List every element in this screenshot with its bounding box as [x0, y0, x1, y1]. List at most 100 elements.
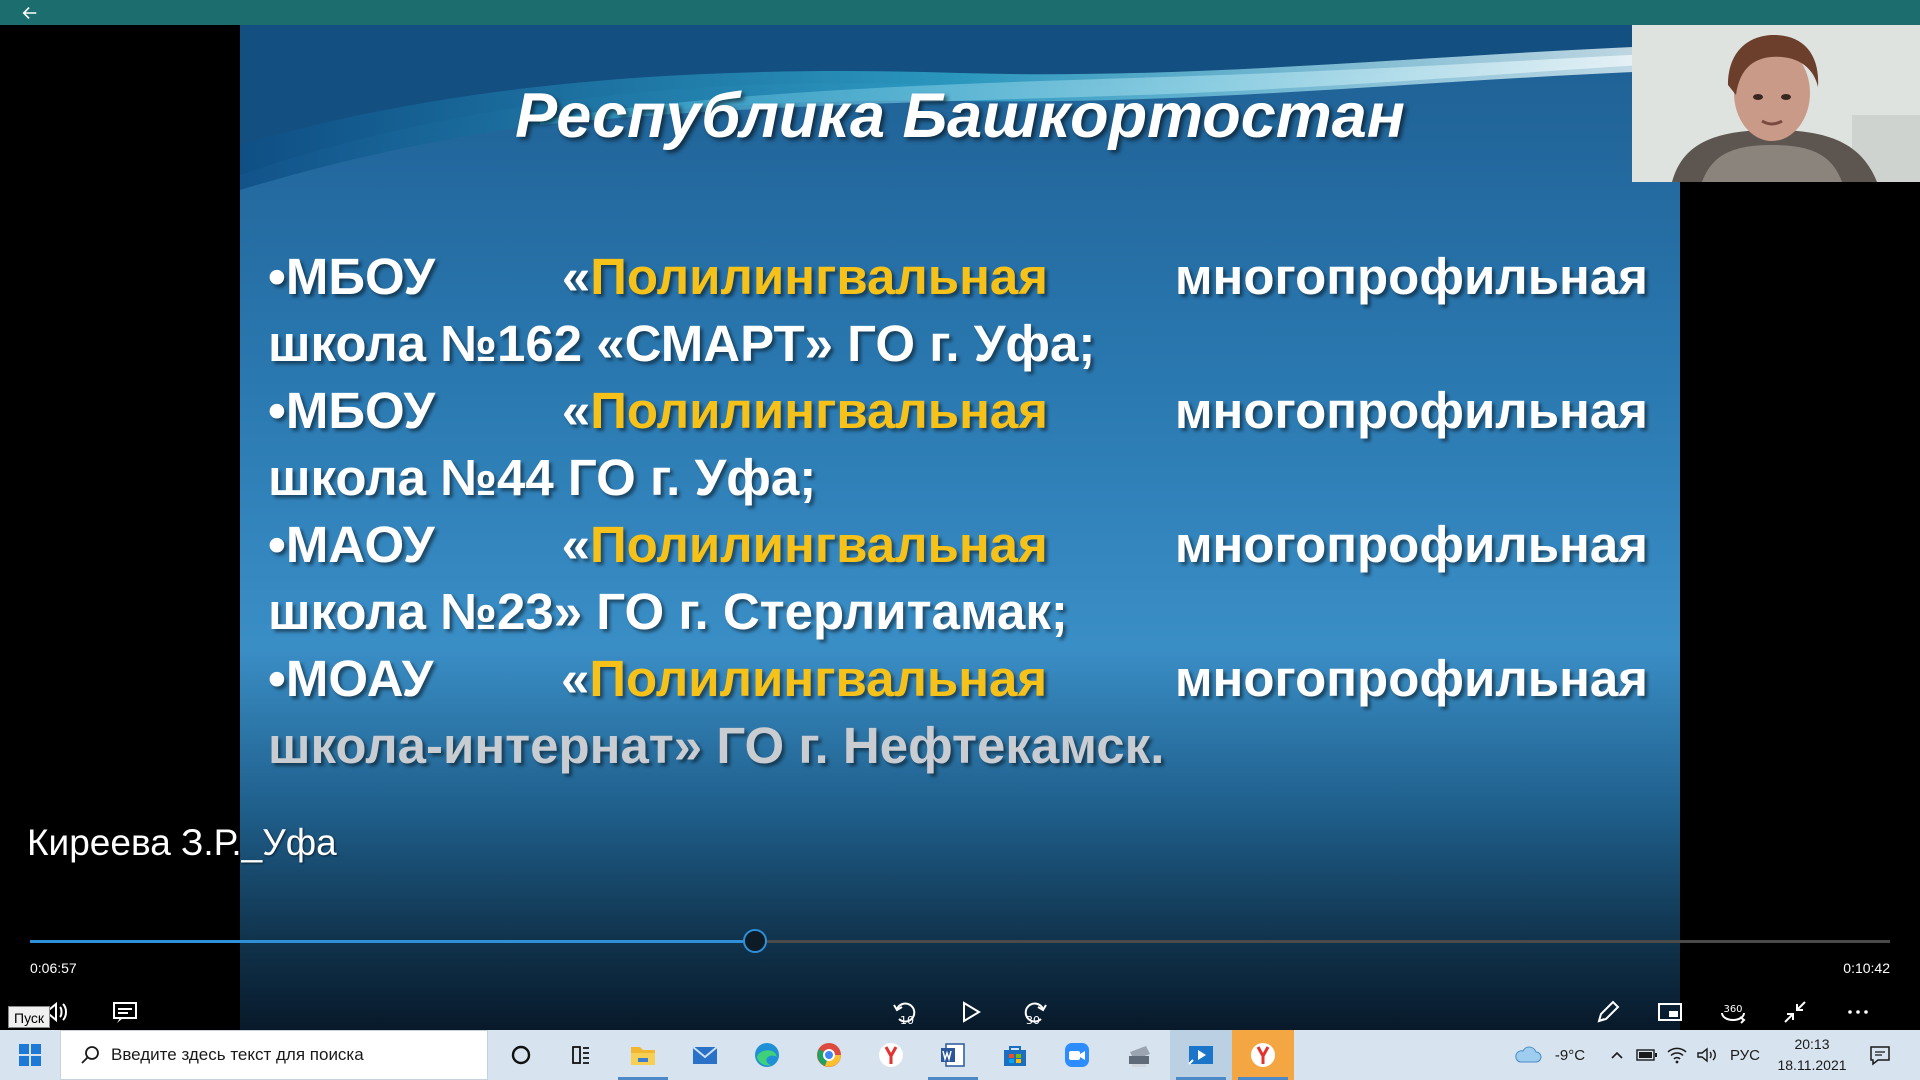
file-explorer-button[interactable] [612, 1030, 674, 1080]
wifi-button[interactable] [1662, 1030, 1692, 1080]
movies-tv-button[interactable] [1170, 1030, 1232, 1080]
printer-app-button[interactable] [1108, 1030, 1170, 1080]
pen-icon [1597, 1000, 1619, 1023]
file-explorer-icon [631, 1047, 655, 1065]
battery-button[interactable] [1632, 1030, 1662, 1080]
mail-button[interactable] [674, 1030, 736, 1080]
start-tooltip: Пуск [8, 1006, 51, 1028]
more-icon [1847, 1010, 1868, 1014]
bullet-prefix: •МБОУ [268, 382, 436, 439]
bullet-item: •МАОУ «Полилингвальная многопрофильная ш… [268, 511, 1648, 645]
more-button[interactable] [1835, 995, 1880, 1029]
chevron-up-icon [1611, 1051, 1623, 1059]
word-icon [941, 1043, 965, 1067]
edge-button[interactable] [736, 1030, 798, 1080]
zoom-icon [1065, 1043, 1089, 1067]
skip-back-10-icon: 10 [893, 1002, 916, 1027]
arrow-left-icon [22, 6, 37, 19]
printer-app-icon [1129, 1046, 1150, 1067]
bullet-name: «Полилингвальная [561, 516, 1048, 573]
weather-button[interactable] [1508, 1030, 1548, 1080]
cortana-button[interactable] [490, 1030, 552, 1080]
search-placeholder: Введите здесь текст для поиска [111, 1045, 364, 1064]
360-icon: 360 [1720, 1004, 1746, 1024]
language-indicator[interactable]: РУС [1724, 1030, 1766, 1080]
subtitles-icon [113, 1002, 137, 1023]
title-bar [0, 0, 1920, 25]
chrome-button[interactable] [798, 1030, 860, 1080]
edit-button[interactable] [1585, 995, 1630, 1029]
skip-forward-button[interactable]: 30 [1010, 995, 1060, 1029]
chrome-icon [817, 1043, 841, 1067]
bullet-prefix: •МАОУ [268, 516, 435, 573]
bullet-name: «Полилингвальная [561, 382, 1049, 439]
bullet-item: •МОАУ «Полилингвальная многопрофильная ш… [268, 645, 1648, 779]
bullet-prefix: •МОАУ [268, 650, 434, 707]
bullet-name: «Полилингвальная [561, 248, 1049, 305]
cloud-icon [1515, 1046, 1542, 1063]
speaker-icon [1697, 1047, 1716, 1063]
clock-date: 18.11.2021 [1777, 1057, 1847, 1073]
skip-back-button[interactable]: 10 [880, 995, 930, 1029]
slide-bullet-list: •МБОУ «Полилингвальная многопрофильная ш… [268, 243, 1648, 779]
play-button[interactable] [945, 995, 995, 1029]
windows-logo-icon [19, 1044, 41, 1066]
volume-tray-button[interactable] [1692, 1030, 1722, 1080]
skip-forward-label: 30 [1026, 1014, 1040, 1027]
bullet-tail: многопрофильная [1174, 516, 1648, 573]
notification-icon [1870, 1046, 1890, 1066]
bullet-tail: многопрофильная [1174, 382, 1648, 439]
store-icon [1004, 1046, 1026, 1066]
speaker-name-caption: Киреева З.Р._Уфа [27, 822, 337, 863]
skip-forward-30-icon: 30 [1024, 1002, 1047, 1027]
seek-bar-progress [30, 940, 756, 943]
shrink-icon [1783, 1001, 1806, 1023]
bullet-line2: школа №162 «СМАРТ» ГО г. Уфа; [268, 315, 1096, 372]
slide-title: Республика Башкортостан [515, 81, 1405, 151]
yandex-browser-icon [1251, 1043, 1275, 1067]
task-view-button[interactable] [549, 1030, 611, 1080]
start-button[interactable] [0, 1030, 60, 1080]
bullet-line2: школа №44 ГО г. Уфа; [268, 449, 817, 506]
taskbar: Введите здесь текст для поиска -9°C РУС … [0, 1030, 1920, 1080]
bullet-prefix: •МБОУ [268, 248, 436, 305]
bullet-tail: многопрофильная [1174, 650, 1648, 707]
yandex-browser-button[interactable] [1232, 1030, 1294, 1080]
bullet-name: «Полилингвальная [561, 650, 1048, 707]
exit-fullscreen-button[interactable] [1772, 995, 1817, 1029]
taskbar-search-box[interactable]: Введите здесь текст для поиска [60, 1030, 488, 1080]
speaker-webcam [1632, 25, 1920, 182]
view-360-button[interactable]: 360 [1710, 995, 1755, 1029]
play-icon [963, 1001, 981, 1023]
seek-bar[interactable] [30, 929, 1890, 953]
yandex-icon [879, 1043, 903, 1067]
time-total: 0:10:42 [1843, 960, 1890, 976]
edge-icon [755, 1043, 779, 1067]
search-icon [71, 1044, 111, 1066]
zoom-button[interactable] [1046, 1030, 1108, 1080]
bullet-line2: школа №23» ГО г. Стерлитамак; [268, 583, 1068, 640]
mini-view-button[interactable] [1647, 995, 1692, 1029]
taskbar-clock[interactable]: 20:13 18.11.2021 [1770, 1034, 1854, 1076]
tray-expand-button[interactable] [1604, 1030, 1630, 1080]
bullet-item: •МБОУ «Полилингвальная многопрофильная ш… [268, 243, 1648, 377]
bullet-tail: многопрофильная [1174, 248, 1648, 305]
wifi-icon [1667, 1047, 1687, 1064]
store-button[interactable] [984, 1030, 1046, 1080]
bullet-line2: школа-интернат» ГО г. Нефтекамск. [268, 717, 1165, 774]
presentation-slide: Республика Башкортостан •МБОУ «Полилингв… [240, 25, 1680, 1030]
clock-time: 20:13 [1794, 1036, 1830, 1052]
weather-temp[interactable]: -9°C [1548, 1030, 1592, 1080]
movies-tv-icon [1188, 1046, 1213, 1065]
subtitles-button[interactable] [105, 995, 145, 1029]
back-button[interactable] [0, 0, 60, 25]
word-button[interactable] [922, 1030, 984, 1080]
yandex-button[interactable] [860, 1030, 922, 1080]
bullet-item: •МБОУ «Полилингвальная многопрофильная ш… [268, 377, 1648, 511]
battery-icon [1636, 1049, 1657, 1061]
mail-icon [692, 1046, 718, 1064]
mini-view-icon [1657, 1003, 1682, 1021]
cortana-icon [511, 1045, 531, 1065]
label-360: 360 [1723, 1004, 1742, 1015]
notifications-button[interactable] [1860, 1030, 1900, 1080]
